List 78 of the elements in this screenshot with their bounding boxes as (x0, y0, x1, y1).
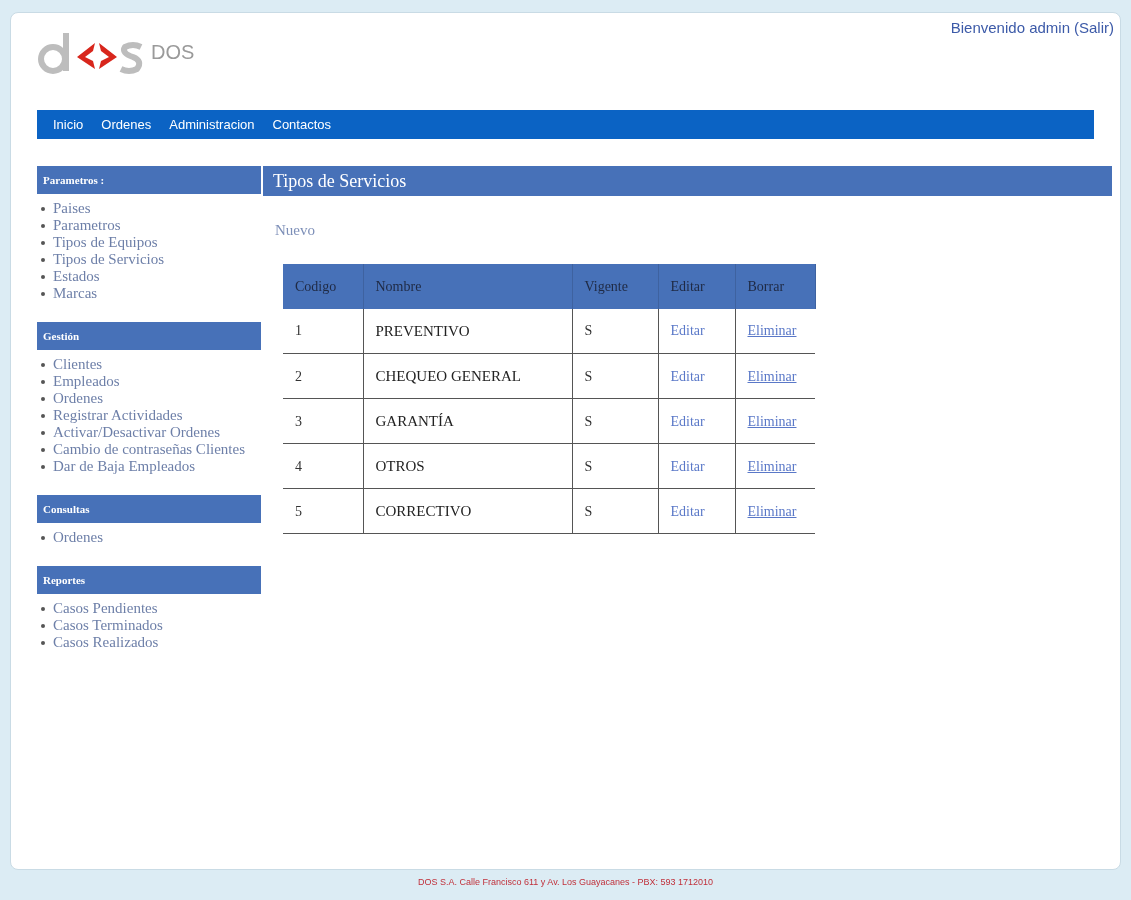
edit-link[interactable]: Editar (670, 323, 705, 339)
sidebar-link[interactable]: Cambio de contraseñas Clientes (53, 441, 246, 458)
bullet-icon (41, 448, 45, 452)
sidebar-heading: Consultas (37, 495, 261, 523)
bullet-icon (41, 275, 45, 279)
table-cell: 5 (283, 488, 363, 534)
column-header: Borrar (735, 263, 815, 309)
table-cell: S (572, 398, 658, 444)
bullet-icon (41, 414, 45, 418)
table-cell: 3 (283, 398, 363, 444)
column-header: Codigo (283, 263, 363, 309)
sidebar-link[interactable]: Parametros (53, 217, 121, 234)
delete-link[interactable]: Eliminar (747, 458, 797, 474)
delete-link[interactable]: Eliminar (747, 503, 797, 519)
sidebar-link[interactable]: Registrar Actividades (53, 407, 183, 424)
column-header: Vigente (572, 263, 658, 309)
nav-link[interactable]: Inicio (53, 114, 84, 135)
logout-link[interactable]: (Salir) (1074, 17, 1114, 110)
delete-link[interactable]: Eliminar (747, 323, 797, 339)
edit-link[interactable]: Editar (670, 413, 705, 429)
edit-link[interactable]: Editar (670, 368, 705, 384)
sidebar-link[interactable]: Ordenes (53, 390, 103, 407)
footer-text: DOS S.A. Calle Francisco 611 y Av. Los Guayacanes - PBX: 593 1712010 (416, 876, 715, 889)
sidebar-link[interactable]: Marcas (53, 285, 98, 302)
table-cell: S (572, 353, 658, 399)
table-cell: OTROS (363, 443, 572, 489)
delete-link[interactable]: Eliminar (747, 413, 797, 429)
content-title: Tipos de Servicios (263, 166, 1112, 196)
table-cell: S (572, 308, 658, 354)
sidebar-link[interactable]: Activar/Desactivar Ordenes (53, 424, 220, 441)
logo-text: DOS (151, 40, 195, 65)
column-header: Editar (658, 263, 735, 309)
bullet-icon (41, 363, 45, 367)
new-link[interactable]: Nuevo (275, 219, 1112, 242)
edit-link[interactable]: Editar (670, 503, 705, 519)
bullet-icon (41, 380, 45, 384)
bullet-icon (41, 624, 45, 628)
sidebar-link[interactable]: Empleados (53, 373, 120, 390)
table-cell: S (572, 488, 658, 534)
column-header: Nombre (363, 263, 572, 309)
sidebar-link[interactable]: Casos Pendientes (53, 600, 158, 617)
bullet-icon (41, 258, 45, 262)
bullet-icon (41, 292, 45, 296)
delete-link[interactable]: Eliminar (747, 368, 797, 384)
sidebar-link[interactable]: Clientes (53, 356, 103, 373)
sidebar-heading: Reportes (37, 566, 261, 594)
sidebar-link[interactable]: Casos Realizados (53, 634, 159, 651)
table-cell: CORRECTIVO (363, 488, 572, 534)
sidebar-link[interactable]: Dar de Baja Empleados (53, 458, 196, 475)
table-cell: CHEQUEO GENERAL (363, 353, 572, 399)
bullet-icon (41, 607, 45, 611)
sidebar-link[interactable]: Tipos de Servicios (53, 251, 165, 268)
sidebar-link[interactable]: Ordenes (53, 529, 103, 546)
bullet-icon (41, 431, 45, 435)
sidebar-heading: Gestión (37, 322, 261, 350)
sidebar-link[interactable]: Estados (53, 268, 100, 285)
sidebar-heading: Parametros : (37, 166, 261, 194)
sidebar-link[interactable]: Casos Terminados (53, 617, 163, 634)
bullet-icon (41, 224, 45, 228)
bullet-icon (41, 465, 45, 469)
sidebar-link[interactable]: Paises (53, 200, 91, 217)
bullet-icon (41, 536, 45, 540)
nav-link[interactable]: Administracion (169, 114, 255, 135)
table-cell: GARANTÍA (363, 398, 572, 444)
nav-link[interactable]: Contactos (272, 114, 332, 135)
bullet-icon (41, 641, 45, 645)
table-cell: PREVENTIVO (363, 308, 572, 354)
nav-link[interactable]: Ordenes (101, 114, 152, 135)
bullet-icon (41, 241, 45, 245)
table-cell: 2 (283, 353, 363, 399)
table-cell: 4 (283, 443, 363, 489)
bullet-icon (41, 207, 45, 211)
table-cell: 1 (283, 308, 363, 354)
sidebar-link[interactable]: Tipos de Equipos (53, 234, 158, 251)
edit-link[interactable]: Editar (670, 458, 705, 474)
welcome-text: Bienvenido admin (950, 18, 1070, 38)
table-cell: S (572, 443, 658, 489)
bullet-icon (41, 397, 45, 401)
